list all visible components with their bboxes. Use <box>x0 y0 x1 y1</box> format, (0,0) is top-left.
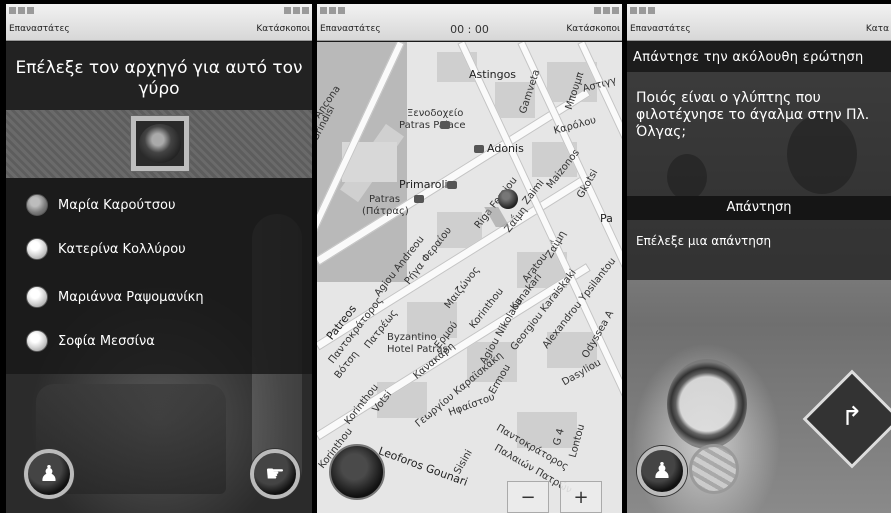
person-board-icon: ♟ <box>39 461 59 487</box>
team-rebels-label: Επαναστάτες <box>9 24 70 34</box>
status-bar: Επαναστάτες Κατάσκοποι <box>6 4 312 41</box>
team-spies-label: Κατάσκοποι <box>256 24 310 34</box>
map-label: Sisini <box>452 448 475 477</box>
clock-illustration <box>667 359 747 449</box>
option-label: Σοφία Μεσσίνα <box>58 333 155 349</box>
map-label: Adonis <box>487 142 524 155</box>
signal-icon <box>9 7 34 14</box>
radio-button[interactable] <box>26 330 48 352</box>
hotel-icon <box>440 121 450 129</box>
signal-icon <box>630 7 655 14</box>
map-label: Patras <box>369 194 401 205</box>
status-bar: Επαναστάτες 00 : 00 Κατάσκοποι <box>317 4 622 41</box>
person-board-icon: ♟ <box>652 458 672 484</box>
status-bar: Επαναστάτες Κατα <box>627 4 891 41</box>
leader-option[interactable]: Κατερίνα Κολλύρου <box>26 238 186 260</box>
team-spies-label: Κατάσκοποι <box>566 24 620 34</box>
map-label: Patras Palace <box>399 120 466 131</box>
zoom-in-icon: + <box>573 486 589 508</box>
arrow-icon: ↱ <box>841 402 863 432</box>
map-label: (Πάτρας) <box>362 206 409 217</box>
answer-header: Απάντηση <box>627 196 891 220</box>
map-label: Pa <box>600 212 613 225</box>
leader-selection-screen: Επαναστάτες Κατάσκοποι Επέλεξε τον αρχηγ… <box>6 4 312 513</box>
radio-button[interactable] <box>26 286 48 308</box>
option-label: Κατερίνα Κολλύρου <box>58 241 186 257</box>
map-screen: Επαναστάτες 00 : 00 Κατάσκοποι Astingos … <box>317 4 622 513</box>
leader-button[interactable]: ♟ <box>637 446 687 496</box>
zoom-out-button[interactable]: − <box>507 481 549 513</box>
hotel-icon <box>447 181 457 189</box>
leader-button[interactable]: ♟ <box>24 449 74 499</box>
question-screen: Επαναστάτες Κατα ↱ Απάντησε την ακόλουθη… <box>627 4 891 513</box>
map-label: Astingos <box>469 68 517 81</box>
map-label: Ξενοδοχείο <box>407 108 464 119</box>
team-rebels-label: Επαναστάτες <box>320 24 381 34</box>
map-view[interactable]: Astingos Gamveta Μπουμπ Αστιγγ Ξενοδοχεί… <box>317 42 622 513</box>
answer-selector[interactable]: Επέλεξε μια απάντηση <box>627 220 891 280</box>
option-label: Μαριάννα Ραψομανίκη <box>58 289 204 305</box>
signal-icon <box>320 7 345 14</box>
record-button[interactable] <box>329 444 385 500</box>
leader-photo <box>130 115 190 172</box>
battery-icon <box>284 7 309 14</box>
team-spies-label: Κατα <box>865 24 889 34</box>
answer-prompt: Επέλεξε μια απάντηση <box>636 234 772 248</box>
map-label: Byzantino <box>387 332 437 343</box>
next-button[interactable]: ☛ <box>250 449 300 499</box>
leader-option[interactable]: Μαριάννα Ραψομανίκη <box>26 286 204 308</box>
question-text: Ποιός είναι ο γλύπτης που φιλοτέχνησε το… <box>636 90 870 140</box>
title-band: Επέλεξε τον αρχηγό για αυτό τον γύρο <box>6 42 312 110</box>
player-location-marker[interactable] <box>498 189 518 209</box>
map-button[interactable] <box>689 444 739 494</box>
question-panel: Ποιός είναι ο γλύπτης που φιλοτέχνησε το… <box>627 72 891 196</box>
timer: 00 : 00 <box>450 23 489 36</box>
answer-header-label: Απάντηση <box>726 200 792 215</box>
battery-icon <box>594 7 619 14</box>
radio-button[interactable] <box>26 194 48 216</box>
zoom-in-button[interactable]: + <box>560 481 602 513</box>
team-rebels-label: Επαναστάτες <box>630 24 691 34</box>
zoom-out-icon: − <box>520 486 536 508</box>
question-header-label: Απάντησε την ακόλουθη ερώτηση <box>633 50 864 65</box>
leader-option[interactable]: Μαρία Καρούτσου <box>26 194 176 216</box>
radio-button[interactable] <box>26 238 48 260</box>
hotel-icon <box>474 145 484 153</box>
option-label: Μαρία Καρούτσου <box>58 197 176 213</box>
bus-stop-icon <box>414 195 424 203</box>
leader-option[interactable]: Σοφία Μεσσίνα <box>26 330 155 352</box>
pointing-hand-icon: ☛ <box>265 461 285 487</box>
map-label: Μαιζώνος <box>442 264 483 311</box>
page-title: Επέλεξε τον αρχηγό για αυτό τον γύρο <box>15 58 303 99</box>
question-header: Απάντησε την ακόλουθη ερώτηση <box>627 42 891 72</box>
